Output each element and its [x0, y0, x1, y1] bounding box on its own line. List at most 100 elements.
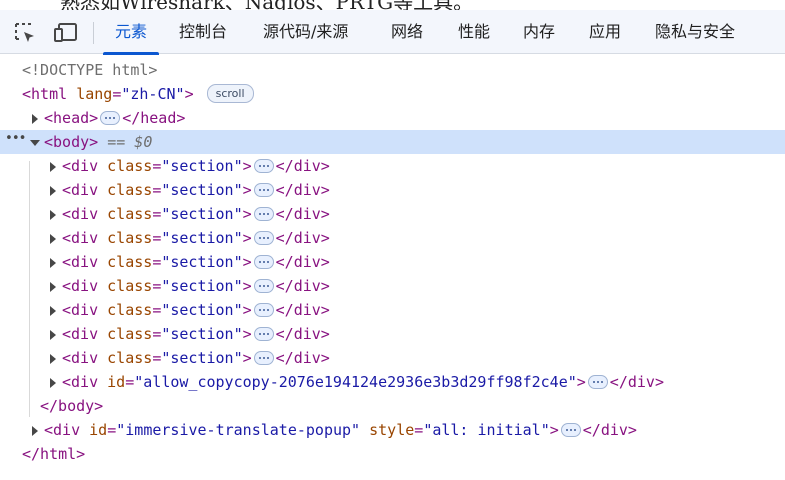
head-close-tag: </head>: [122, 109, 186, 127]
device-toolbar-button[interactable]: [53, 20, 79, 46]
html-equals: =: [112, 85, 122, 103]
class-attr: class: [107, 181, 153, 199]
tree-row-section-div[interactable]: <div class="section"> </div>: [0, 226, 785, 250]
tab-memory[interactable]: 内存: [523, 10, 555, 54]
tree-row-doctype[interactable]: <!DOCTYPE html>: [0, 58, 785, 82]
tab-network[interactable]: 网络: [391, 10, 423, 54]
collapsed-ellipsis-icon[interactable]: [253, 254, 274, 269]
expand-arrow-icon[interactable]: [50, 210, 56, 220]
tree-row-section-div[interactable]: <div class="section"> </div>: [0, 274, 785, 298]
tab-application-label: 应用: [589, 22, 622, 41]
equals: =: [152, 157, 162, 175]
gt: >: [242, 205, 252, 223]
tab-privacy-security-label: 隐私与安全: [655, 22, 736, 41]
class-value: "section": [161, 229, 243, 247]
tab-performance-label: 性能: [458, 22, 491, 41]
html-lang-value: "zh-CN": [121, 85, 185, 103]
collapsed-ellipsis-icon[interactable]: [253, 206, 274, 221]
div-open-tag: <div: [62, 277, 99, 295]
html-close-tag: </html>: [22, 445, 86, 463]
tab-console[interactable]: 控制台: [179, 10, 227, 54]
equals: =: [125, 373, 135, 391]
expand-arrow-icon[interactable]: [50, 354, 56, 364]
collapsed-ellipsis-icon[interactable]: [253, 158, 274, 173]
div-open-tag: <div: [62, 157, 99, 175]
tree-row-html[interactable]: <html lang="zh-CN"> scroll: [0, 82, 785, 106]
div-close-tag: </div>: [582, 421, 637, 439]
expand-arrow-icon[interactable]: [50, 330, 56, 340]
equals: =: [152, 253, 162, 271]
expand-arrow-icon[interactable]: [50, 378, 56, 388]
class-value: "section": [161, 157, 243, 175]
div-open-tag: <div: [62, 253, 99, 271]
section-div-node: <div class="section"> </div>: [62, 154, 330, 178]
div-open-tag: <div: [44, 421, 81, 439]
tree-row-html-close[interactable]: </html>: [0, 442, 785, 466]
body-node: <body> == $0: [44, 130, 152, 154]
expand-arrow-icon[interactable]: [32, 114, 38, 124]
class-value: "section": [161, 181, 243, 199]
tab-privacy-security[interactable]: 隐私与安全: [655, 10, 735, 54]
tab-performance[interactable]: 性能: [458, 10, 490, 54]
collapse-arrow-icon[interactable]: [30, 140, 40, 146]
tree-row-section-div[interactable]: <div class="section"> </div>: [0, 154, 785, 178]
tree-row-section-div[interactable]: <div class="section"> </div>: [0, 298, 785, 322]
section-div-node: <div class="section"> </div>: [62, 274, 330, 298]
tree-row-body-close[interactable]: </body>: [0, 394, 785, 418]
tree-row-section-div[interactable]: <div class="section"> </div>: [0, 178, 785, 202]
tab-sources[interactable]: 源代码/来源: [263, 10, 348, 54]
tree-row-section-div[interactable]: <div class="section"> </div>: [0, 346, 785, 370]
div-close-tag: </div>: [275, 301, 330, 319]
expand-arrow-icon[interactable]: [50, 258, 56, 268]
expand-arrow-icon[interactable]: [50, 234, 56, 244]
collapsed-ellipsis-icon[interactable]: [587, 374, 608, 389]
expand-arrow-icon[interactable]: [50, 306, 56, 316]
collapsed-ellipsis-icon[interactable]: [253, 230, 274, 245]
tree-row-section-div[interactable]: <div class="section"> </div>: [0, 202, 785, 226]
div-open-tag: <div: [62, 181, 99, 199]
tree-row-section-div[interactable]: <div class="section"> </div>: [0, 322, 785, 346]
collapsed-ellipsis-icon[interactable]: [253, 326, 274, 341]
tree-row-head[interactable]: <head> </head>: [0, 106, 785, 130]
scroll-badge[interactable]: scroll: [206, 84, 254, 103]
equals: =: [152, 277, 162, 295]
collapsed-ellipsis-icon[interactable]: [253, 350, 274, 365]
more-actions-icon[interactable]: •••: [5, 127, 27, 151]
class-attr: class: [107, 157, 153, 175]
copy-div-node: <div id="allow_copycopy-2076e194124e2936…: [62, 370, 664, 394]
expand-arrow-icon[interactable]: [32, 426, 38, 436]
expand-arrow-icon[interactable]: [50, 282, 56, 292]
collapsed-ellipsis-icon[interactable]: [253, 278, 274, 293]
div-close-tag: </div>: [275, 157, 330, 175]
section-div-node: <div class="section"> </div>: [62, 226, 330, 250]
equals: =: [414, 421, 424, 439]
class-attr: class: [107, 349, 153, 367]
div-open-tag: <div: [62, 301, 99, 319]
tab-application[interactable]: 应用: [589, 10, 621, 54]
collapsed-ellipsis-icon[interactable]: [560, 422, 581, 437]
tree-row-translate-popup[interactable]: <div id="immersive-translate-popup" styl…: [0, 418, 785, 442]
section-rows: <div class="section"> </div> <div class="s…: [0, 154, 785, 370]
copy-id-value: "allow_copycopy-2076e194124e2936e3b3d29f…: [134, 373, 577, 391]
expand-arrow-icon[interactable]: [50, 186, 56, 196]
gt: >: [242, 157, 252, 175]
html-lang-attr: lang: [76, 85, 113, 103]
expand-arrow-icon[interactable]: [50, 162, 56, 172]
device-mode-icon: [54, 23, 77, 42]
tree-row-copy-div[interactable]: <div id="allow_copycopy-2076e194124e2936…: [0, 370, 785, 394]
collapsed-ellipsis-icon[interactable]: [253, 182, 274, 197]
tab-elements[interactable]: 元素: [103, 10, 159, 55]
class-attr: class: [107, 205, 153, 223]
selected-node-marker: == $0: [107, 133, 153, 151]
tree-row-section-div[interactable]: <div class="section"> </div>: [0, 250, 785, 274]
inspect-element-button[interactable]: [12, 20, 38, 46]
popup-id-value: "immersive-translate-popup": [116, 421, 361, 439]
tree-row-body-selected[interactable]: ••• <body> == $0: [0, 130, 785, 154]
collapsed-ellipsis-icon[interactable]: [100, 110, 121, 125]
div-close-tag: </div>: [275, 325, 330, 343]
active-tab-indicator: [103, 52, 159, 55]
page-peek-text: 熟悉如Wireshark、Nagios、PRTG等工具。: [60, 0, 473, 10]
equals: =: [152, 325, 162, 343]
devtools-toolbar: 元素 控制台 源代码/来源 网络 性能 内存 应用 隐私与安全: [0, 10, 785, 55]
collapsed-ellipsis-icon[interactable]: [253, 302, 274, 317]
